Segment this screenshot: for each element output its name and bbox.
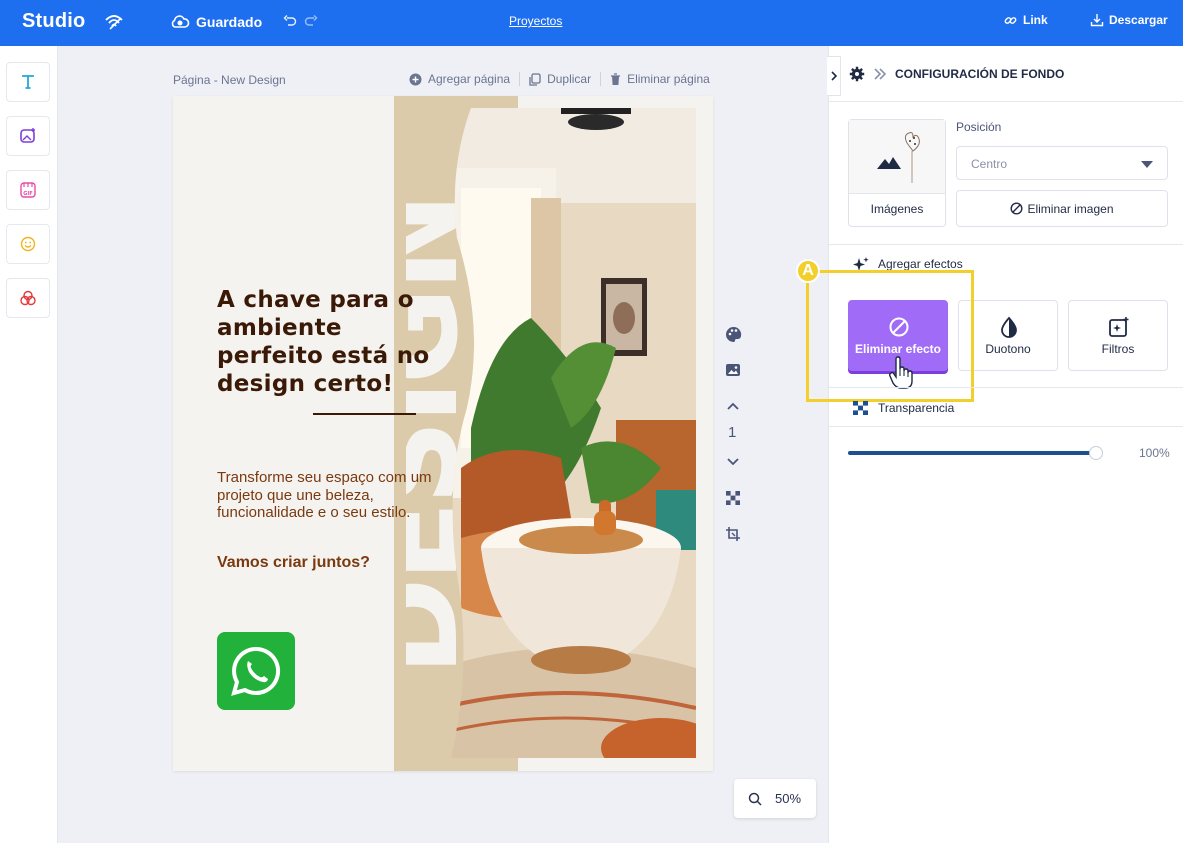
transparency-section-title: Transparencia <box>852 400 954 416</box>
thumbnail-image <box>877 131 920 183</box>
left-toolbar: GIF <box>0 46 58 843</box>
remove-image-button[interactable]: Eliminar imagen <box>956 190 1168 227</box>
link-button[interactable]: Link <box>1004 13 1048 27</box>
transparency-slider-track[interactable] <box>848 451 1096 455</box>
transparency-tool[interactable] <box>724 489 742 507</box>
collapse-panel-tab[interactable] <box>827 56 841 96</box>
saved-status: Guardado <box>196 14 263 30</box>
whatsapp-icon <box>231 646 281 696</box>
app-brand: Studio <box>22 10 86 32</box>
image-tool[interactable] <box>724 361 742 379</box>
cloud-saved-icon <box>171 15 190 28</box>
search-icon <box>748 792 762 806</box>
delete-page-button[interactable]: Eliminar página <box>610 72 710 86</box>
duplicate-button[interactable]: Duplicar <box>529 72 591 86</box>
image-tool-button[interactable] <box>6 116 50 156</box>
page-actions: Agregar página Duplicar Eliminar página <box>409 72 710 86</box>
gear-icon <box>849 66 865 82</box>
trash-icon <box>611 72 621 85</box>
link-label: Link <box>1023 13 1048 27</box>
living-room-photo[interactable] <box>431 108 696 758</box>
redo-icon[interactable] <box>304 14 318 28</box>
filters-label: Filtros <box>1101 342 1135 356</box>
undo-icon[interactable] <box>283 14 297 28</box>
image-sparkle-icon <box>20 128 35 143</box>
transparency-title: Transparencia <box>878 401 955 415</box>
link-icon <box>1004 16 1017 24</box>
palette-icon <box>725 326 741 342</box>
chevron-up-icon <box>727 402 739 410</box>
position-select[interactable]: Centro <box>956 146 1168 180</box>
double-chevron-right-icon <box>874 68 887 80</box>
panel-title: CONFIGURACIÓN DE FONDO <box>895 67 1065 81</box>
page-title: Página - New Design <box>173 73 286 87</box>
dropdown-caret-icon <box>1141 161 1153 168</box>
image-icon <box>726 364 740 376</box>
download-button[interactable]: Descargar <box>1090 13 1168 27</box>
design-page[interactable]: DESIGN A chave para o ambiente perfeito … <box>173 96 713 771</box>
plus-circle-icon <box>409 73 422 85</box>
cta-text[interactable]: Vamos criar juntos? <box>217 554 370 572</box>
header-divider <box>828 101 1183 102</box>
duplicate-label: Duplicar <box>547 72 592 86</box>
projects-link[interactable]: Proyectos <box>509 14 562 28</box>
crop-tool[interactable] <box>724 525 742 543</box>
chevron-right-icon <box>830 71 837 81</box>
svg-text:GIF: GIF <box>23 191 32 197</box>
gif-tool-button[interactable]: GIF <box>6 170 50 210</box>
images-picker[interactable]: Imágenes <box>848 119 946 227</box>
position-value: Centro <box>971 157 1008 171</box>
smiley-icon <box>20 236 36 252</box>
text-icon <box>22 75 34 89</box>
palette-tool[interactable] <box>724 325 742 343</box>
add-page-button[interactable]: Agregar página <box>409 72 510 86</box>
duotone-icon <box>1001 316 1017 338</box>
top-bar: Studio Guardado Proyectos Link Descargar <box>0 0 1183 46</box>
page-up-button[interactable] <box>724 397 742 415</box>
effects-title: Agregar efectos <box>878 257 963 271</box>
crop-icon <box>726 527 740 541</box>
body-text[interactable]: Transforme seu espaço com um projeto que… <box>217 469 432 522</box>
text-tool-button[interactable] <box>6 62 50 102</box>
copy-icon <box>529 72 541 86</box>
download-icon <box>1090 14 1104 27</box>
whatsapp-logo[interactable] <box>217 632 295 710</box>
filters-button[interactable]: Filtros <box>1068 300 1168 371</box>
checker-icon <box>853 401 868 415</box>
checker-icon <box>726 491 740 505</box>
divider <box>828 244 1183 245</box>
download-label: Descargar <box>1109 13 1168 27</box>
shapes-tool-button[interactable] <box>6 278 50 318</box>
gif-icon: GIF <box>20 182 36 198</box>
zoom-control[interactable]: 50% <box>734 779 816 818</box>
annotation-highlight-box <box>806 270 974 402</box>
brand-logo-icon <box>105 15 123 30</box>
ban-icon <box>1010 202 1023 215</box>
emoji-tool-button[interactable] <box>6 224 50 264</box>
position-label: Posición <box>956 120 1002 134</box>
chevron-down-icon <box>727 458 739 466</box>
headline-text[interactable]: A chave para o ambiente perfeito está no… <box>217 286 432 398</box>
headline-underline <box>313 413 416 415</box>
shapes-icon <box>20 290 36 306</box>
zoom-level: 50% <box>775 791 802 806</box>
transparency-slider-thumb[interactable] <box>1089 446 1103 460</box>
panel-header: CONFIGURACIÓN DE FONDO <box>849 66 1064 82</box>
add-page-label: Agregar página <box>428 72 511 86</box>
delete-page-label: Eliminar página <box>627 72 710 86</box>
divider <box>828 426 1183 427</box>
page-down-button[interactable] <box>724 453 742 471</box>
annotation-badge: A <box>796 259 820 283</box>
transparency-value: 100% <box>1139 446 1170 460</box>
page-number: 1 <box>728 424 737 441</box>
background-thumbnail <box>849 120 945 194</box>
images-label: Imágenes <box>870 202 924 216</box>
remove-image-label: Eliminar imagen <box>1027 201 1114 216</box>
filters-sparkle-icon <box>1109 317 1129 337</box>
divider <box>828 387 1183 388</box>
